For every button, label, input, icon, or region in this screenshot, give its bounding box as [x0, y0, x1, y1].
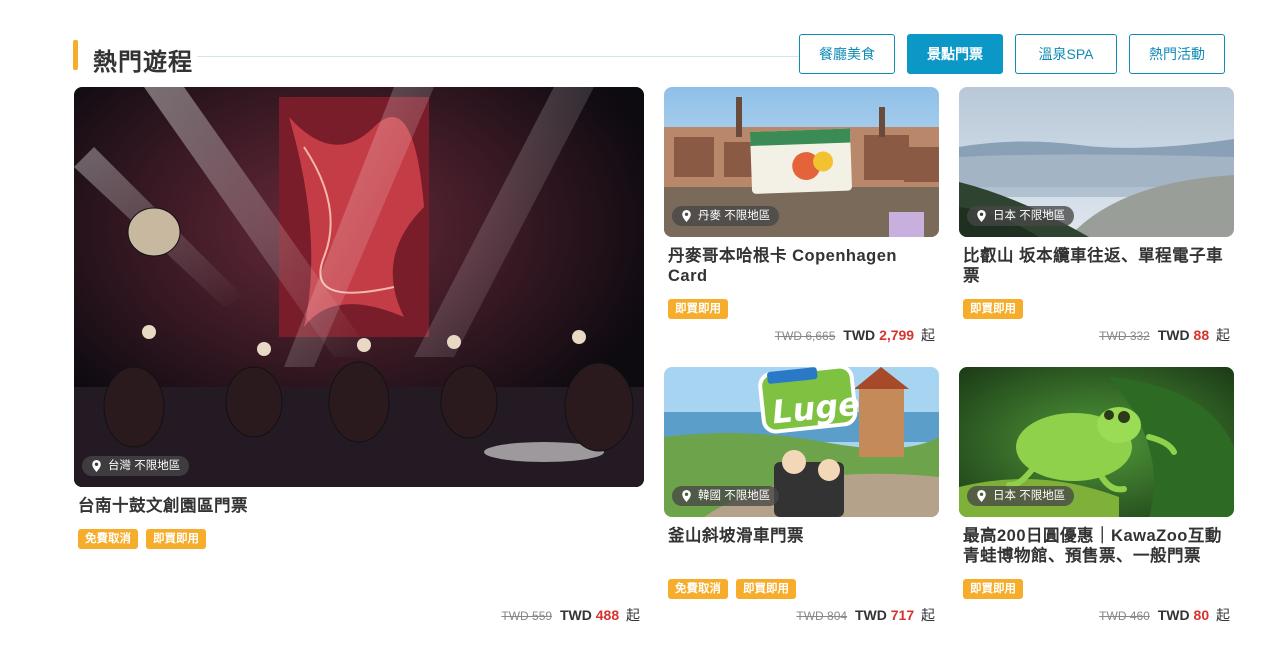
product-card-copenhagen[interactable]: 丹麥 不限地區 丹麥哥本哈根卡 Copenhagen Card 即買即用 TWD…	[664, 87, 939, 347]
tag-list: 即買即用	[963, 299, 1023, 319]
price-block: TWD 460 TWD 80 起	[1099, 605, 1230, 625]
location-text: 台灣 不限地區	[108, 460, 181, 472]
location-text: 丹麥 不限地區	[698, 210, 771, 222]
price-currency: TWD	[559, 607, 592, 623]
section-title: 熱門遊程	[93, 49, 193, 76]
tag-instant-use: 即買即用	[963, 579, 1023, 599]
price-currency: TWD	[854, 607, 887, 623]
location-text: 日本 不限地區	[993, 210, 1066, 222]
location-pin-icon	[682, 210, 691, 222]
product-card-drum-park[interactable]: 台灣 不限地區 台南十鼓文創園區門票 免費取消 即買即用 TWD 559 TWD…	[74, 87, 644, 627]
location-badge: 台灣 不限地區	[82, 456, 190, 476]
original-price: TWD 332	[1099, 329, 1150, 343]
tab-popular-activities[interactable]: 熱門活動	[1129, 34, 1225, 74]
tag-free-cancel: 免費取消	[78, 529, 138, 549]
product-card-hieizan-cable[interactable]: 日本 不限地區 比叡山 坂本纜車往返、單程電子車票 即買即用 TWD 332 T…	[959, 87, 1234, 347]
product-title[interactable]: 比叡山 坂本纜車往返、單程電子車票	[963, 246, 1228, 286]
price-block: TWD 559 TWD 488 起	[501, 605, 640, 625]
section-header: 熱門遊程 餐廳美食 景點門票 溫泉SPA 熱門活動	[73, 34, 1233, 76]
product-title[interactable]: 丹麥哥本哈根卡 Copenhagen Card	[668, 246, 933, 286]
location-pin-icon	[977, 210, 986, 222]
tag-list: 免費取消 即買即用	[668, 579, 796, 599]
tag-list: 即買即用	[963, 579, 1023, 599]
product-card-busan-luge[interactable]: Luge 韓國 不限地區 釜山斜坡滑車門票 免費取消 即買即用 TWD 804 …	[664, 367, 939, 627]
product-title[interactable]: 台南十鼓文創園區門票	[78, 496, 638, 516]
original-price: TWD 804	[796, 609, 848, 623]
original-price: TWD 460	[1099, 609, 1150, 623]
location-pin-icon	[977, 490, 986, 502]
location-text: 日本 不限地區	[993, 490, 1066, 502]
price-amount: 2,799	[879, 327, 915, 343]
price-block: TWD 804 TWD 717 起	[796, 605, 935, 625]
price-suffix: 起	[626, 607, 640, 623]
location-badge: 丹麥 不限地區	[672, 206, 780, 226]
price-amount: 88	[1193, 327, 1210, 343]
product-title[interactable]: 釜山斜坡滑車門票	[668, 526, 933, 546]
product-image[interactable]	[74, 87, 644, 487]
original-price: TWD 559	[501, 609, 553, 623]
price-currency: TWD	[1157, 327, 1190, 343]
price-suffix: 起	[1216, 607, 1230, 623]
price-amount: 488	[595, 607, 620, 623]
price-suffix: 起	[921, 607, 935, 623]
product-card-kawazoo[interactable]: 日本 不限地區 最高200日圓優惠｜KawaZoo互動青蛙博物館、預售票、一般門…	[959, 367, 1234, 627]
price-currency: TWD	[843, 327, 876, 343]
price-suffix: 起	[1216, 327, 1230, 343]
price-block: TWD 6,665 TWD 2,799 起	[775, 325, 935, 345]
product-title[interactable]: 最高200日圓優惠｜KawaZoo互動青蛙博物館、預售票、一般門票	[963, 526, 1231, 566]
tag-instant-use: 即買即用	[146, 529, 206, 549]
tag-instant-use: 即買即用	[963, 299, 1023, 319]
location-pin-icon	[682, 490, 691, 502]
tag-instant-use: 即買即用	[736, 579, 796, 599]
tab-restaurants[interactable]: 餐廳美食	[799, 34, 895, 74]
price-amount: 80	[1193, 607, 1210, 623]
title-divider	[197, 56, 837, 57]
category-tabs: 餐廳美食 景點門票 溫泉SPA 熱門活動	[799, 34, 1225, 74]
original-price: TWD 6,665	[774, 329, 836, 343]
location-badge: 日本 不限地區	[967, 486, 1075, 506]
price-currency: TWD	[1157, 607, 1190, 623]
price-suffix: 起	[921, 327, 935, 343]
tag-free-cancel: 免費取消	[668, 579, 728, 599]
location-badge: 韓國 不限地區	[672, 486, 780, 506]
price-amount: 717	[890, 607, 915, 623]
price-block: TWD 332 TWD 88 起	[1099, 325, 1230, 345]
location-badge: 日本 不限地區	[967, 206, 1075, 226]
location-pin-icon	[92, 460, 101, 472]
title-accent-bar	[73, 40, 78, 70]
location-text: 韓國 不限地區	[698, 490, 771, 502]
tag-instant-use: 即買即用	[668, 299, 728, 319]
tag-list: 免費取消 即買即用	[78, 529, 206, 549]
tab-hot-spring-spa[interactable]: 溫泉SPA	[1015, 34, 1117, 74]
tag-list: 即買即用	[668, 299, 728, 319]
tab-attraction-tickets[interactable]: 景點門票	[907, 34, 1003, 74]
